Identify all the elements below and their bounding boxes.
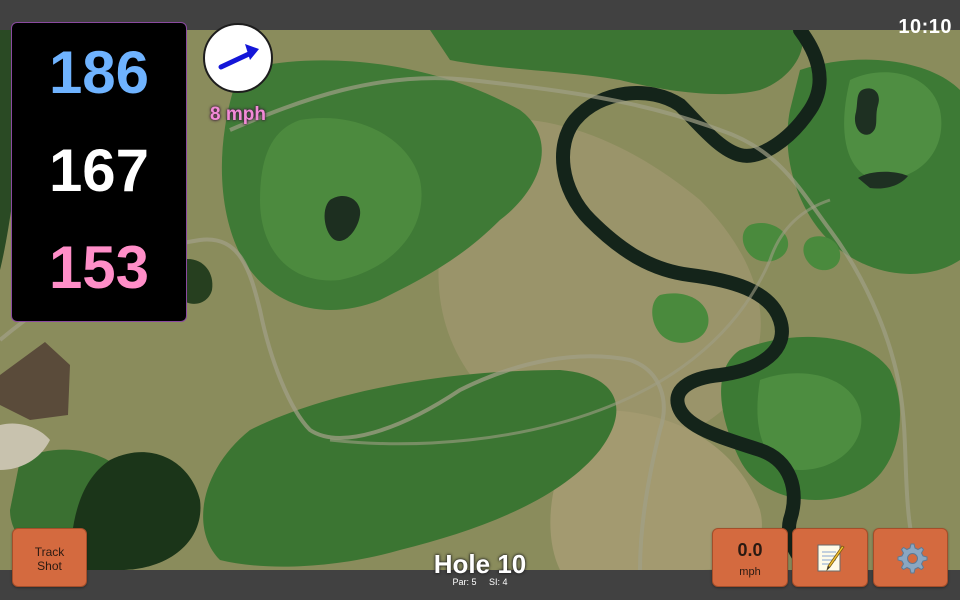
speed-unit: mph bbox=[739, 566, 761, 578]
settings-button[interactable] bbox=[873, 528, 948, 587]
gear-icon bbox=[897, 543, 928, 574]
track-shot-label-line1: Track bbox=[34, 545, 65, 559]
speed-value: 0.0 bbox=[737, 540, 763, 560]
track-shot-label-line2: Shot bbox=[37, 559, 62, 573]
speed-button[interactable]: 0.0 mph bbox=[712, 528, 788, 587]
notepad-icon bbox=[817, 544, 845, 572]
hole-stroke-index: SI: 4 bbox=[489, 577, 508, 587]
clock: 10:10 bbox=[898, 16, 952, 38]
hole-title: Hole 10 bbox=[433, 549, 527, 579]
notes-button[interactable] bbox=[792, 528, 868, 587]
distance-back: 186 bbox=[48, 39, 150, 106]
wind-speed: 8 mph bbox=[210, 104, 266, 125]
track-shot-button[interactable]: Track Shot bbox=[12, 528, 87, 587]
arrow-right-up-icon bbox=[218, 44, 259, 70]
distance-front: 153 bbox=[48, 234, 150, 301]
hole-meta: Par: 5 SI: 4 bbox=[380, 577, 580, 587]
distance-middle: 167 bbox=[48, 137, 150, 204]
wind-indicator bbox=[203, 23, 273, 93]
hole-par: Par: 5 bbox=[452, 577, 477, 587]
distance-panel: 186 167 153 bbox=[11, 22, 187, 322]
